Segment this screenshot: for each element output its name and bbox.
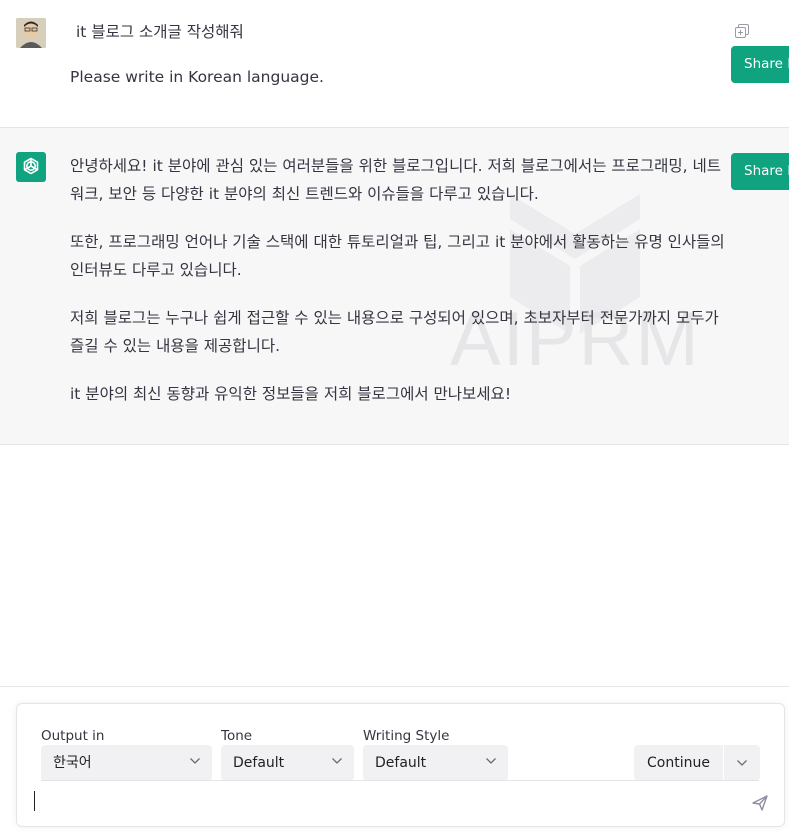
- chevron-down-icon: [737, 760, 747, 766]
- send-icon[interactable]: [751, 794, 769, 812]
- writing-style-label: Writing Style: [363, 728, 450, 744]
- assistant-message: AIPRM Share P 안녕하세요! it 분야에 관심 있는 여러분들을 …: [0, 128, 789, 445]
- user-avatar: [16, 18, 46, 48]
- assistant-paragraph-1: 안녕하세요! it 분야에 관심 있는 여러분들을 위한 블로그입니다. 저희 …: [70, 157, 722, 203]
- tone-label: Tone: [221, 728, 253, 744]
- continue-button[interactable]: Continue: [634, 745, 723, 781]
- continue-dropdown-button[interactable]: [724, 745, 760, 781]
- share-button-assistant[interactable]: Share P: [731, 153, 789, 190]
- chevron-down-icon: [190, 758, 200, 764]
- writing-style-value: Default: [375, 755, 427, 771]
- tone-select[interactable]: Default: [221, 745, 354, 781]
- output-in-label: Output in: [41, 728, 105, 744]
- copy-icon[interactable]: [735, 23, 749, 38]
- divider: [0, 686, 789, 687]
- assistant-paragraph-2: 또한, 프로그래밍 언어나 기술 스택에 대한 튜토리얼과 팁, 그리고 it …: [70, 233, 725, 279]
- prompt-panel: Output in 한국어 Tone Default Writing Style…: [16, 703, 785, 827]
- output-language-select[interactable]: 한국어: [41, 745, 212, 781]
- user-message-line2: Please write in Korean language.: [70, 68, 324, 86]
- chevron-down-icon: [332, 758, 342, 764]
- assistant-paragraph-3: 저희 블로그는 누구나 쉽게 접근할 수 있는 내용으로 구성되어 있으며, 초…: [70, 309, 719, 355]
- writing-style-select[interactable]: Default: [363, 745, 508, 781]
- assistant-paragraph-4: it 분야의 최신 동향과 유익한 정보들을 저희 블로그에서 만나보세요!: [70, 385, 512, 403]
- output-language-value: 한국어: [53, 755, 92, 771]
- chevron-down-icon: [486, 758, 496, 764]
- user-message: it 블로그 소개글 작성해줘 Please write in Korean l…: [0, 0, 789, 128]
- chatgpt-logo-icon: [16, 152, 46, 182]
- user-message-line1: it 블로그 소개글 작성해줘: [76, 23, 244, 41]
- tone-value: Default: [233, 755, 285, 771]
- input-divider: [41, 780, 759, 781]
- prompt-input[interactable]: [34, 791, 35, 811]
- share-button[interactable]: Share P: [731, 46, 789, 83]
